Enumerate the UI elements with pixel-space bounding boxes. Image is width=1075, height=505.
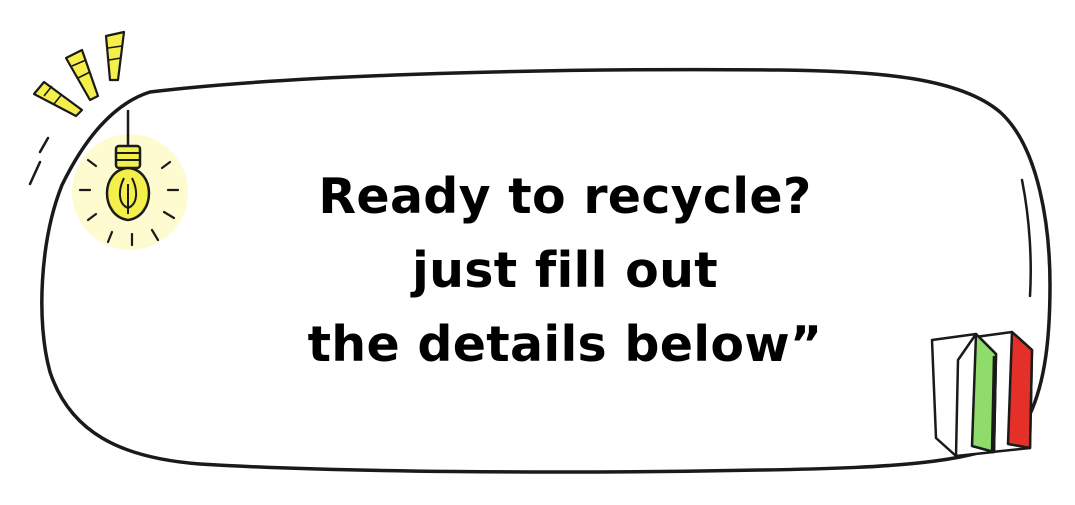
books-icon <box>930 330 1034 458</box>
message-line-1: Ready to recycle? <box>318 168 812 225</box>
message-line-2: just fill out <box>412 242 718 299</box>
message-text: Ready to recycle? just fill out the deta… <box>220 160 910 382</box>
message-line-3: the details below” <box>307 316 823 373</box>
light-bulb-icon <box>32 30 188 250</box>
